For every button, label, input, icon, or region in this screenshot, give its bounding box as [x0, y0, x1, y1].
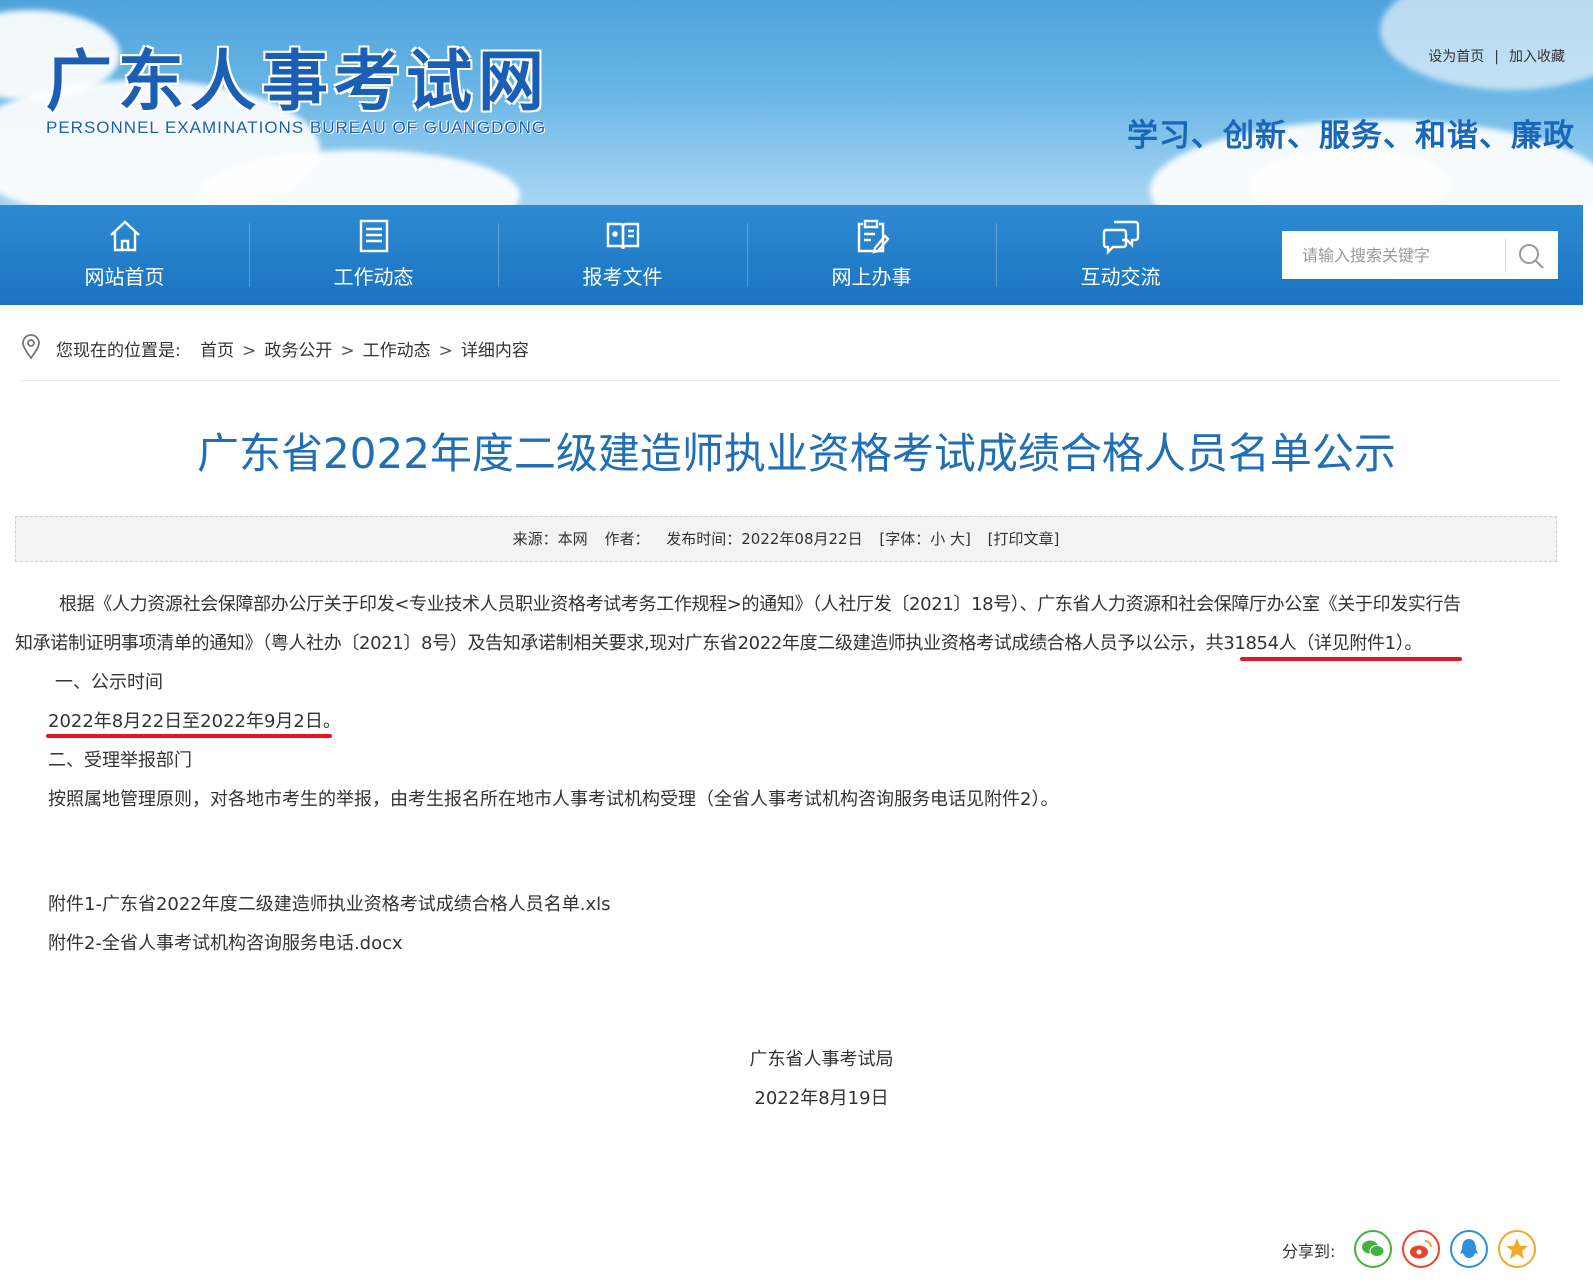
nav-label: 工作动态: [333, 265, 414, 289]
breadcrumb-arrow: >: [340, 341, 355, 361]
breadcrumb-gov-affairs[interactable]: 政务公开: [264, 341, 332, 361]
qzone-share-button[interactable]: [1498, 1230, 1536, 1268]
paragraph-line: 根据《人力资源社会保障部办公厅关于印发<专业技术人员职业资格考试考务工作规程>的…: [59, 594, 1461, 615]
book-icon: [606, 222, 639, 250]
print-article-link[interactable]: [打印文章]: [988, 530, 1060, 548]
qq-icon: [1460, 1239, 1478, 1258]
breadcrumb-arrow: >: [242, 341, 257, 361]
set-home-link[interactable]: 设为首页: [1428, 49, 1484, 65]
article-title: 广东省2022年度二级建造师执业资格考试成绩合格人员名单公示: [197, 429, 1396, 478]
nav-item-interaction[interactable]: 互动交流: [996, 205, 1245, 305]
site-logo-title[interactable]: 广东人事考试网: [46, 28, 550, 124]
top-links: 设为首页 | 加入收藏: [1428, 46, 1565, 66]
nav-label: 网站首页: [84, 265, 165, 289]
breadcrumb-prefix: 您现在的位置是:: [56, 341, 181, 361]
share-label: 分享到:: [1282, 1242, 1336, 1261]
search-icon[interactable]: [1516, 241, 1546, 271]
wechat-icon: [1362, 1240, 1385, 1257]
nav-label: 互动交流: [1080, 265, 1161, 289]
attachment-link-2[interactable]: 附件2-全省人事考试机构咨询服务电话.docx: [48, 929, 403, 955]
home-icon: [109, 220, 140, 252]
weibo-share-button[interactable]: [1402, 1230, 1440, 1268]
red-underline-annotation: [46, 734, 332, 738]
signature-date: 2022年8月19日: [754, 1088, 889, 1109]
search-box: [1282, 231, 1558, 279]
meta-source: 来源：本网: [512, 530, 588, 548]
search-input[interactable]: [1282, 231, 1522, 279]
article-meta: 来源：本网 作者： 发布时间：2022年08月22日 [字体：小 大] [打印文…: [15, 516, 1557, 562]
breadcrumb-work-news[interactable]: 工作动态: [363, 341, 431, 361]
location-pin-icon: [22, 334, 40, 360]
nav-item-online-services[interactable]: 网上办事: [747, 205, 996, 305]
meta-author: 作者：: [604, 530, 650, 548]
nav-item-exam-docs[interactable]: 报考文件: [498, 205, 747, 305]
breadcrumb: 您现在的位置是: 首页 > 政务公开 > 工作动态 > 详细内容: [20, 330, 1560, 381]
slogan: 学习、创新、服务、和谐、廉政: [1127, 118, 1575, 154]
chat-bubbles-icon: [1102, 220, 1139, 255]
section2-heading: 二、受理举报部门: [48, 750, 192, 771]
meta-published: 发布时间：2022年08月22日: [666, 530, 863, 548]
top-links-separator: |: [1494, 49, 1499, 65]
breadcrumb-home[interactable]: 首页: [200, 341, 234, 361]
nav-item-work-news[interactable]: 工作动态: [249, 205, 498, 305]
edit-form-icon: [857, 219, 890, 254]
signature-org: 广东省人事考试局: [749, 1049, 894, 1070]
wechat-share-button[interactable]: [1354, 1230, 1392, 1268]
section1-heading: 一、公示时间: [55, 672, 163, 693]
nav-label: 网上办事: [831, 265, 912, 289]
breadcrumb-current: 详细内容: [460, 341, 529, 361]
document-list-icon: [359, 219, 388, 253]
nav-label: 报考文件: [582, 265, 663, 289]
site-logo-subtitle: PERSONNEL EXAMINATIONS BUREAU OF GUANGDO…: [46, 118, 547, 137]
nav-item-home[interactable]: 网站首页: [0, 205, 249, 305]
attachment-link-1[interactable]: 附件1-广东省2022年度二级建造师执业资格考试成绩合格人员名单.xls: [48, 890, 611, 916]
section2-body: 按照属地管理原则，对各地市考生的举报，由考生报名所在地市人事考试机构受理（全省人…: [48, 789, 1059, 810]
red-underline-annotation: [1240, 657, 1462, 661]
weibo-icon: [1410, 1240, 1432, 1259]
breadcrumb-arrow: >: [438, 341, 453, 361]
qq-share-button[interactable]: [1450, 1230, 1488, 1268]
font-size-toggle[interactable]: [字体：小 大]: [879, 530, 970, 548]
search-divider: [1505, 239, 1506, 271]
header-banner: 广东人事考试网 PERSONNEL EXAMINATIONS BUREAU OF…: [0, 0, 1593, 205]
qzone-star-icon: [1506, 1238, 1528, 1259]
share-bar: 分享到:: [1282, 1230, 1552, 1270]
add-favorite-link[interactable]: 加入收藏: [1509, 49, 1565, 65]
